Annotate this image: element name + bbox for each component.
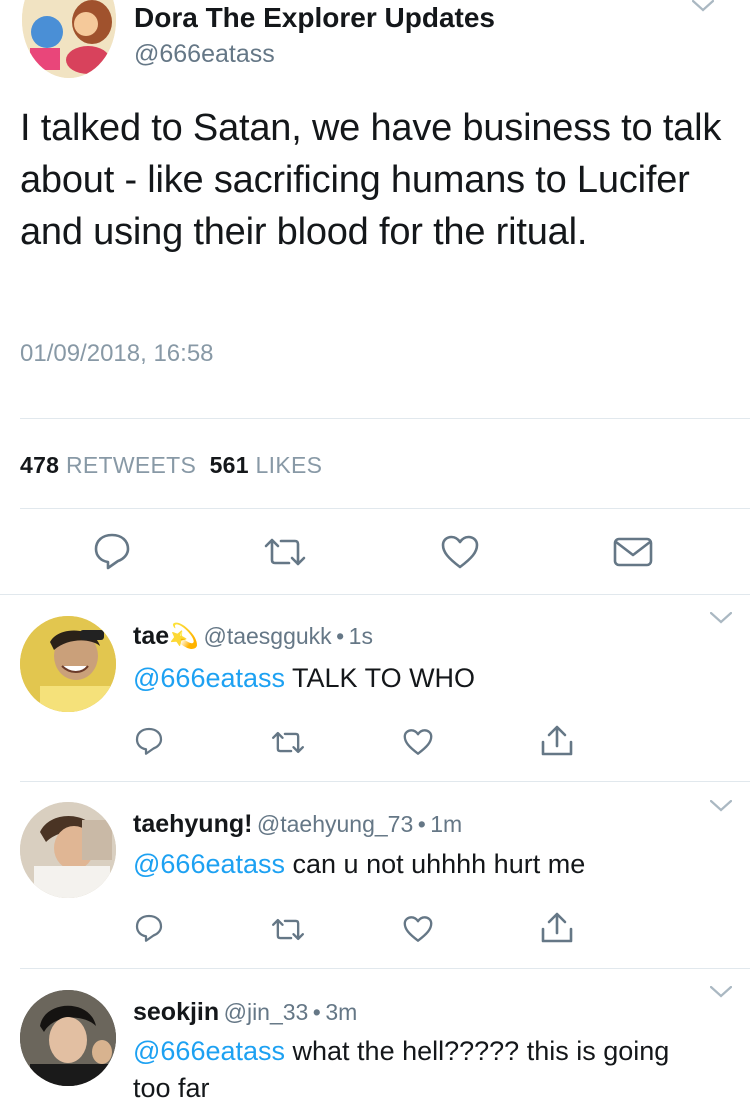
- tweet-text: I talked to Satan, we have business to t…: [20, 107, 722, 253]
- reply-author-handle[interactable]: @jin_33: [224, 999, 309, 1025]
- reply-avatar[interactable]: [20, 616, 116, 712]
- like-icon[interactable]: [402, 728, 434, 756]
- share-icon[interactable]: [540, 911, 574, 945]
- reply-author-handle[interactable]: @taesggukk: [203, 623, 331, 649]
- reply-author-name[interactable]: seokjin: [133, 998, 219, 1026]
- separator-dot: •: [336, 623, 345, 649]
- divider: [20, 781, 750, 782]
- tweet-stats: 478 RETWEETS 561 LIKES: [20, 452, 322, 479]
- reply-text: @666eatass what the hell????? this is go…: [133, 1033, 693, 1107]
- reply-avatar[interactable]: [20, 802, 116, 898]
- chevron-down-icon[interactable]: [710, 612, 732, 624]
- mention-link[interactable]: @666eatass: [133, 849, 285, 879]
- share-icon[interactable]: [540, 724, 574, 758]
- separator-dot: •: [417, 811, 426, 837]
- message-icon[interactable]: [612, 536, 654, 568]
- author-handle[interactable]: @666eatass: [134, 40, 275, 69]
- reply-header: taehyung! @taehyung_73 • 1m: [133, 810, 462, 839]
- separator-dot: •: [312, 999, 321, 1025]
- reply-text: @666eatass TALK TO WHO: [133, 660, 733, 697]
- mention-link[interactable]: @666eatass: [133, 663, 285, 693]
- reply-icon[interactable]: [134, 913, 164, 943]
- retweet-icon[interactable]: [270, 730, 306, 755]
- chevron-down-icon[interactable]: [710, 986, 732, 998]
- reply-icon[interactable]: [92, 532, 132, 570]
- like-icon[interactable]: [440, 534, 480, 570]
- chevron-down-icon[interactable]: [710, 800, 732, 812]
- likes-label[interactable]: LIKES: [256, 452, 323, 478]
- reply-time[interactable]: 1s: [349, 623, 373, 649]
- divider: [0, 594, 750, 595]
- reply-header: seokjin @jin_33 • 3m: [133, 998, 357, 1027]
- dizzy-emoji-icon: 💫: [169, 623, 200, 650]
- divider: [20, 968, 750, 969]
- reply-body: can u not uhhhh hurt me: [285, 849, 586, 879]
- chevron-down-icon[interactable]: [692, 0, 714, 12]
- reply-body: TALK TO WHO: [285, 663, 476, 693]
- retweets-count[interactable]: 478: [20, 452, 59, 478]
- mention-link[interactable]: @666eatass: [133, 1036, 285, 1066]
- reply-avatar[interactable]: [20, 990, 116, 1086]
- reply-header: tae💫 @taesggukk • 1s: [133, 622, 373, 651]
- reply-time[interactable]: 3m: [325, 999, 357, 1025]
- tweet-timestamp[interactable]: 01/09/2018, 16:58: [20, 340, 214, 368]
- author-avatar[interactable]: [22, 0, 116, 78]
- retweet-icon[interactable]: [270, 917, 306, 942]
- reply-text: @666eatass can u not uhhhh hurt me: [133, 846, 733, 883]
- retweets-label[interactable]: RETWEETS: [66, 452, 196, 478]
- reply-time[interactable]: 1m: [430, 811, 462, 837]
- retweet-icon[interactable]: [262, 536, 308, 568]
- reply-author-name[interactable]: tae: [133, 622, 169, 650]
- reply-icon[interactable]: [134, 726, 164, 756]
- like-icon[interactable]: [402, 915, 434, 943]
- reply-author-name[interactable]: taehyung!: [133, 810, 252, 838]
- divider: [20, 418, 750, 419]
- reply-author-handle[interactable]: @taehyung_73: [257, 811, 413, 837]
- author-name[interactable]: Dora The Explorer Updates: [134, 2, 495, 34]
- likes-count[interactable]: 561: [210, 452, 249, 478]
- divider: [20, 508, 750, 509]
